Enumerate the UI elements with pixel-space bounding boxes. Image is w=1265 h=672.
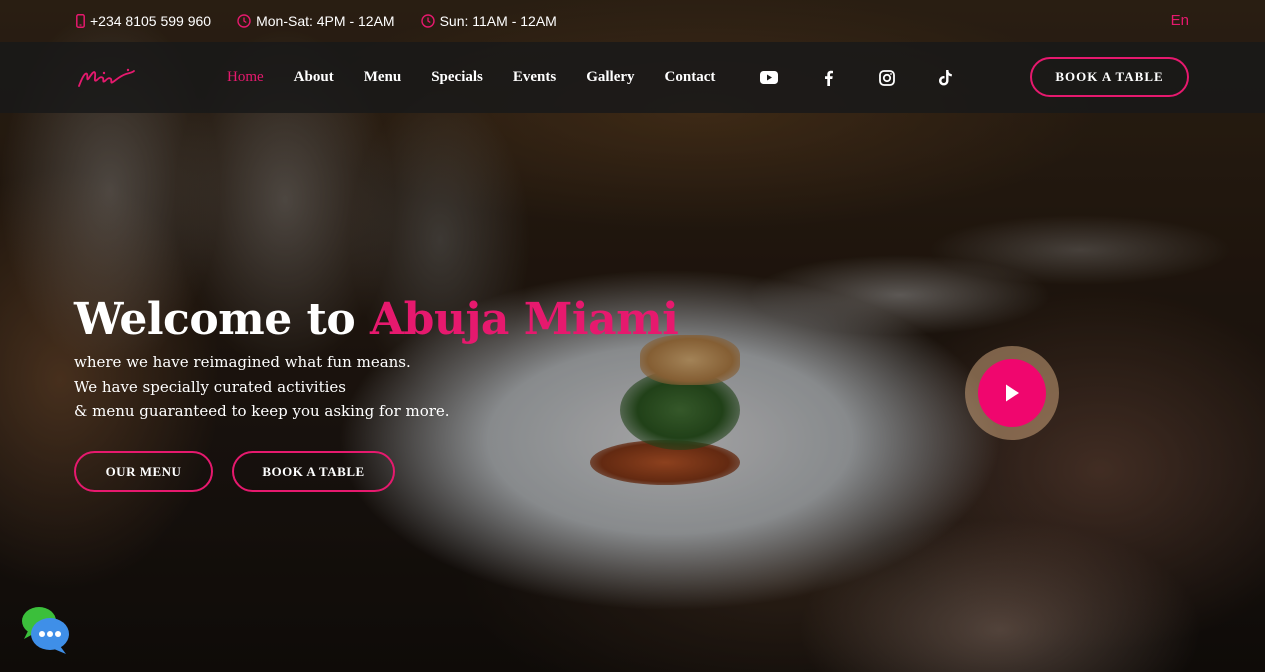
hero-subtitle: where we have reimagined what fun means.… — [74, 350, 450, 424]
book-table-button[interactable]: BOOK A TABLE — [232, 451, 395, 492]
weekday-hours: Mon-Sat: 4PM - 12AM — [237, 13, 395, 29]
nav-menu[interactable]: Menu — [364, 69, 402, 86]
phone-info[interactable]: +234 8105 599 960 — [76, 13, 211, 29]
hero-title-accent: Abuja Miami — [370, 294, 679, 345]
main-nav: Home About Menu Specials Events Gallery … — [227, 42, 745, 113]
clock-icon — [237, 14, 251, 28]
chat-widget-button[interactable] — [20, 604, 72, 656]
nav-home[interactable]: Home — [227, 69, 264, 86]
instagram-icon[interactable] — [878, 69, 896, 87]
hero-title-prefix: Welcome to — [74, 294, 356, 345]
facebook-icon[interactable] — [819, 69, 837, 87]
book-table-header-button[interactable]: BOOK A TABLE — [1030, 57, 1189, 97]
play-icon — [1006, 384, 1019, 402]
clock-icon — [420, 14, 435, 28]
sunday-hours: Sun: 11AM - 12AM — [420, 13, 557, 29]
nav-events[interactable]: Events — [513, 69, 556, 86]
sunday-hours-text: Sun: 11AM - 12AM — [439, 13, 557, 29]
phone-icon — [76, 14, 85, 28]
nav-specials[interactable]: Specials — [431, 69, 483, 86]
play-video-button[interactable] — [965, 346, 1059, 440]
site-logo[interactable] — [76, 64, 136, 94]
tiktok-icon[interactable] — [937, 69, 955, 87]
hero-title: Welcome to Abuja Miami — [74, 294, 679, 345]
language-switcher[interactable]: En — [1171, 12, 1189, 29]
hero-line-3: & menu guaranteed to keep you asking for… — [74, 402, 450, 420]
weekday-hours-text: Mon-Sat: 4PM - 12AM — [256, 13, 395, 29]
nav-contact[interactable]: Contact — [665, 69, 716, 86]
play-button-inner[interactable] — [978, 359, 1046, 427]
nav-about[interactable]: About — [294, 69, 334, 86]
youtube-icon[interactable] — [760, 69, 778, 87]
hero-line-1: where we have reimagined what fun means. — [74, 353, 411, 371]
chat-bubbles-icon — [22, 607, 69, 654]
our-menu-button[interactable]: OUR MENU — [74, 451, 213, 492]
phone-number: +234 8105 599 960 — [90, 13, 212, 29]
social-links — [760, 42, 996, 113]
top-info-bar: +234 8105 599 960 Mon-Sat: 4PM - 12AM Su… — [0, 0, 1265, 42]
main-header: Home About Menu Specials Events Gallery … — [0, 42, 1265, 113]
hero-line-2: We have specially curated activities — [74, 377, 347, 396]
nav-gallery[interactable]: Gallery — [586, 69, 634, 86]
